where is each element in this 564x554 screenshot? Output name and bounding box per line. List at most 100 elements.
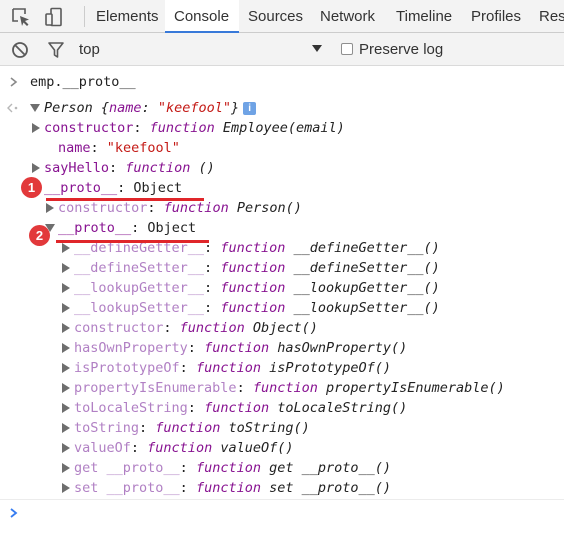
collapsed-triangle-icon[interactable] [45, 203, 55, 213]
tree-row[interactable]: get __proto__: function get __proto__() [0, 458, 564, 478]
property-key: constructor [44, 120, 134, 136]
result-line[interactable]: Person {name: "keefool"} i [0, 98, 564, 118]
filter-icon[interactable] [46, 40, 66, 60]
property-key: isPrototypeOf [74, 360, 180, 376]
dropdown-arrow-icon[interactable] [312, 44, 322, 54]
result-arrow-icon [7, 103, 18, 113]
property-separator: : [163, 320, 180, 336]
collapsed-triangle-icon[interactable] [61, 463, 71, 473]
function-name: Employee(email) [222, 120, 345, 136]
property-key: toLocaleString [74, 400, 188, 416]
tab-elements[interactable]: Elements [87, 0, 165, 32]
console-prompt-icon [10, 508, 18, 518]
console-output: emp.__proto__ Person {name: "keefool"} i … [0, 66, 564, 554]
tree-row[interactable]: __lookupSetter__: function __lookupSette… [0, 298, 564, 318]
collapsed-triangle-icon[interactable] [61, 403, 71, 413]
property-key: __proto__ [58, 220, 132, 236]
property-separator: : [187, 340, 205, 356]
property-separator: : [109, 160, 126, 176]
info-icon[interactable]: i [243, 102, 257, 115]
inspect-element-icon[interactable] [10, 6, 32, 28]
expanded-triangle-icon[interactable] [30, 103, 40, 113]
property-key: get __proto__ [74, 460, 180, 476]
function-name: __lookupSetter__() [293, 300, 440, 316]
property-separator: : [204, 280, 221, 296]
function-name: hasOwnProperty() [277, 340, 408, 356]
collapsed-triangle-icon[interactable] [61, 443, 71, 453]
function-keyword: function [252, 380, 318, 396]
preserve-log-checkbox[interactable] [341, 43, 353, 55]
result-class-name: Person [44, 100, 93, 116]
clear-console-icon[interactable] [10, 40, 30, 60]
tree-row[interactable]: isPrototypeOf: function isPrototypeOf() [0, 358, 564, 378]
property-key: toString [74, 420, 140, 436]
tree-row[interactable]: valueOf: function valueOf() [0, 438, 564, 458]
tab-console[interactable]: Console [165, 0, 239, 33]
property-separator: : [131, 220, 148, 236]
collapsed-triangle-icon[interactable] [31, 123, 41, 133]
tab-resources[interactable]: Reso [530, 0, 564, 32]
tab-timeline[interactable]: Timeline [387, 0, 462, 32]
collapsed-triangle-icon[interactable] [61, 423, 71, 433]
property-value: "keefool" [106, 140, 180, 156]
tree-row[interactable]: __lookupGetter__: function __lookupGette… [0, 278, 564, 298]
function-keyword: function [163, 200, 229, 216]
property-key: valueOf [74, 440, 131, 456]
tree-row[interactable]: constructor: function Person() [0, 198, 564, 218]
collapsed-triangle-icon[interactable] [61, 483, 71, 493]
collapsed-triangle-icon[interactable] [61, 303, 71, 313]
function-keyword: function [195, 360, 261, 376]
collapsed-triangle-icon[interactable] [61, 323, 71, 333]
function-keyword: function [220, 240, 286, 256]
function-name: valueOf() [220, 440, 294, 456]
property-key: sayHello [44, 160, 110, 176]
tree-row[interactable]: __proto__: Object [0, 218, 564, 238]
devtools-tabbar: Elements Console Sources Network Timelin… [0, 0, 564, 33]
tab-network[interactable]: Network [311, 0, 387, 32]
tree-row[interactable]: sayHello: function () [0, 158, 564, 178]
function-keyword: function [155, 420, 221, 436]
tree-row[interactable]: hasOwnProperty: function hasOwnProperty(… [0, 338, 564, 358]
property-key: name [58, 140, 91, 156]
collapsed-triangle-icon[interactable] [61, 243, 71, 253]
collapsed-triangle-icon[interactable] [61, 343, 71, 353]
tree-row[interactable]: __proto__: Object [0, 178, 564, 198]
device-mode-icon[interactable] [43, 6, 65, 28]
collapsed-triangle-icon[interactable] [61, 363, 71, 373]
tree-row[interactable]: constructor: function Employee(email) [0, 118, 564, 138]
property-separator: : [187, 400, 205, 416]
function-name: () [198, 160, 215, 176]
property-separator: : [139, 420, 156, 436]
annotation-underline-1 [46, 198, 204, 201]
preview-value: "keefool" [157, 100, 231, 116]
collapsed-triangle-icon[interactable] [61, 383, 71, 393]
function-name: __defineGetter__() [293, 240, 440, 256]
tree-row[interactable]: constructor: function Object() [0, 318, 564, 338]
function-name: toLocaleString() [277, 400, 408, 416]
console-input[interactable] [26, 502, 556, 522]
property-key: constructor [58, 200, 148, 216]
tree-row[interactable]: set __proto__: function set __proto__() [0, 478, 564, 498]
property-separator: : [204, 260, 221, 276]
collapsed-triangle-icon[interactable] [61, 283, 71, 293]
function-keyword: function [149, 120, 215, 136]
property-key: __lookupGetter__ [74, 280, 205, 296]
preserve-log-label[interactable]: Preserve log [359, 33, 443, 66]
tab-profiles[interactable]: Profiles [462, 0, 530, 32]
tab-sources[interactable]: Sources [239, 0, 311, 32]
collapsed-triangle-icon[interactable] [61, 263, 71, 273]
property-separator: : [117, 180, 134, 196]
function-name: Person() [236, 200, 302, 216]
tree-row[interactable]: propertyIsEnumerable: function propertyI… [0, 378, 564, 398]
tree-row[interactable]: toLocaleString: function toLocaleString(… [0, 398, 564, 418]
prompt-chevron-icon [10, 77, 18, 87]
property-value: Object [133, 180, 183, 196]
collapsed-triangle-icon[interactable] [31, 163, 41, 173]
property-value: Object [147, 220, 197, 236]
context-selector[interactable]: top [79, 33, 100, 66]
tree-row[interactable]: __defineSetter__: function __defineSette… [0, 258, 564, 278]
tree-row[interactable]: toString: function toString() [0, 418, 564, 438]
console-toolbar: top Preserve log [0, 33, 564, 66]
annotation-badge-2: 2 [29, 225, 50, 246]
console-input-line: emp.__proto__ [0, 72, 564, 92]
